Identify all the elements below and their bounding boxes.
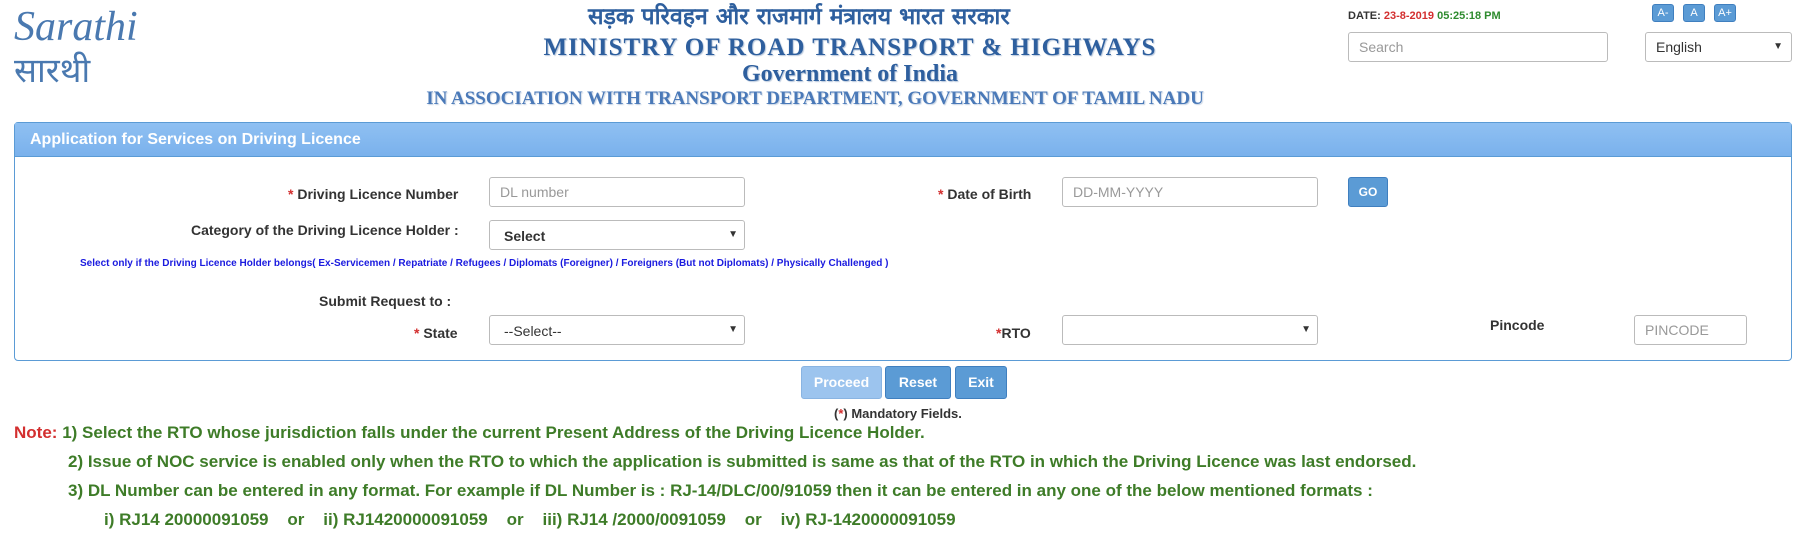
note-3: 3) DL Number can be entered in any forma… — [68, 481, 1373, 500]
date-time: DATE: 23-8-2019 05:25:18 PM — [1348, 10, 1501, 22]
dob-input[interactable] — [1062, 177, 1318, 207]
language-value: English — [1656, 39, 1702, 55]
note-label: Note: — [14, 423, 58, 442]
submit-request-label: Submit Request to : — [319, 293, 452, 309]
dob-label: * Date of Birth — [938, 186, 1032, 202]
reset-button[interactable]: Reset — [885, 366, 951, 399]
note-1: Note: 1) Select the RTO whose jurisdicti… — [14, 423, 925, 442]
dl-number-label: * Driving Licence Number — [288, 186, 459, 202]
search-input[interactable] — [1348, 32, 1608, 62]
government-title: Government of India — [742, 61, 958, 87]
panel-title: Application for Services on Driving Lice… — [15, 123, 1791, 157]
chevron-down-icon: ▼ — [1301, 324, 1311, 335]
ministry-title: MINISTRY OF ROAD TRANSPORT & HIGHWAYS — [543, 34, 1157, 61]
required-mark: * — [938, 186, 944, 202]
category-select[interactable]: Select ▼ — [489, 220, 745, 250]
association-title: IN ASSOCIATION WITH TRANSPORT DEPARTMENT… — [426, 88, 1204, 109]
svg-text:सड़क परिवहन और राजमार्ग मंत्रा: सड़क परिवहन और राजमार्ग मंत्रालय भारत सर… — [587, 2, 1011, 30]
go-button[interactable]: GO — [1348, 177, 1388, 207]
font-decrease-button[interactable]: A- — [1652, 4, 1674, 22]
category-hint: Select only if the Driving Licence Holde… — [80, 258, 889, 269]
required-mark: * — [414, 325, 420, 341]
svg-text:Sarathi: Sarathi — [14, 4, 138, 50]
chevron-down-icon: ▼ — [728, 229, 738, 240]
font-normal-button[interactable]: A — [1683, 4, 1705, 22]
sarathi-logo: Sarathi सारथी — [14, 4, 138, 88]
rto-label: *RTO — [996, 325, 1031, 341]
proceed-button[interactable]: Proceed — [801, 366, 882, 399]
category-value: Select — [504, 228, 546, 244]
chevron-down-icon: ▼ — [1773, 41, 1783, 52]
rto-select[interactable]: ▼ — [1062, 315, 1318, 345]
pincode-input[interactable] — [1634, 315, 1747, 345]
note-2: 2) Issue of NOC service is enabled only … — [68, 452, 1417, 471]
pincode-label: Pincode — [1490, 317, 1545, 333]
state-select[interactable]: --Select-- ▼ — [489, 315, 745, 345]
date-value: 23-8-2019 — [1383, 10, 1435, 22]
chevron-down-icon: ▼ — [728, 324, 738, 335]
time-value: 05:25:18 PM — [1437, 10, 1501, 22]
mandatory-note: (*) Mandatory Fields. — [834, 406, 962, 421]
dl-number-input[interactable] — [489, 177, 745, 207]
language-select[interactable]: English ▼ — [1645, 32, 1792, 62]
date-label: DATE: — [1348, 10, 1381, 22]
state-value: --Select-- — [504, 323, 562, 339]
hindi-ministry-title: सड़क परिवहन और राजमार्ग मंत्रालय भारत सर… — [587, 2, 1011, 30]
font-increase-button[interactable]: A+ — [1714, 4, 1736, 22]
font-size-controls: A- A A+ — [1652, 4, 1736, 22]
svg-text:सारथी: सारथी — [14, 51, 91, 88]
exit-button[interactable]: Exit — [955, 366, 1007, 399]
note-4: i) RJ14 20000091059 or ii) RJ14200000910… — [104, 510, 956, 529]
required-mark: * — [288, 186, 294, 202]
category-label: Category of the Driving Licence Holder : — [191, 222, 459, 238]
state-label: * State — [414, 325, 458, 341]
